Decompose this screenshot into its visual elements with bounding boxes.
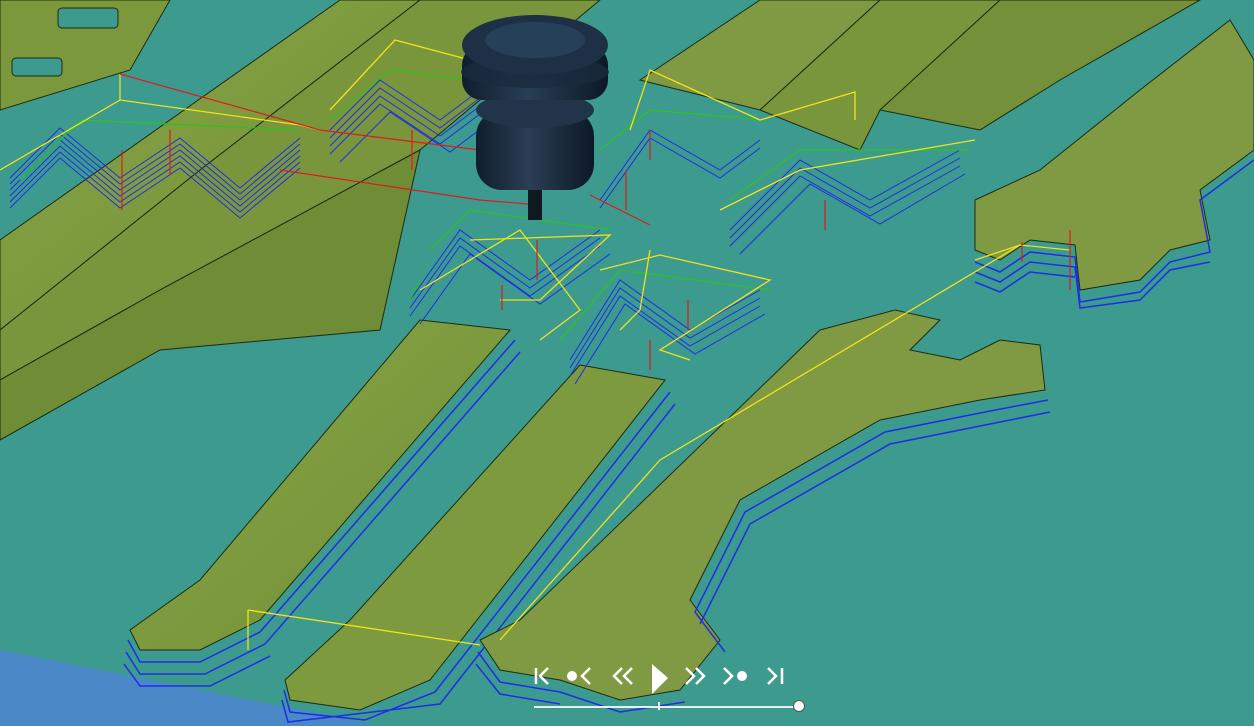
next-operation-icon <box>723 667 747 685</box>
timeline-tick <box>658 702 660 710</box>
play-button[interactable] <box>644 662 676 694</box>
step-forward-button[interactable] <box>678 662 710 690</box>
previous-operation-button[interactable] <box>562 662 594 690</box>
playback-controls <box>520 654 820 722</box>
slot-pocket <box>11 57 63 77</box>
jump-to-start-button[interactable] <box>526 662 558 690</box>
jump-to-end-button[interactable] <box>760 662 792 690</box>
step-back-button[interactable] <box>608 662 640 690</box>
timeline-scrub-handle[interactable] <box>792 700 805 712</box>
jump-to-end-icon <box>767 667 784 685</box>
timeline-scrub-track[interactable] <box>534 706 804 708</box>
next-operation-button[interactable] <box>720 662 752 690</box>
slot-pocket <box>57 7 119 29</box>
simulation-viewport[interactable] <box>0 0 1254 726</box>
play-icon <box>652 664 668 694</box>
step-back-icon <box>612 667 633 685</box>
toolpath-scene <box>0 0 1254 726</box>
jump-to-start-icon <box>534 667 549 685</box>
step-forward-icon <box>685 667 706 685</box>
previous-operation-icon <box>567 667 591 685</box>
